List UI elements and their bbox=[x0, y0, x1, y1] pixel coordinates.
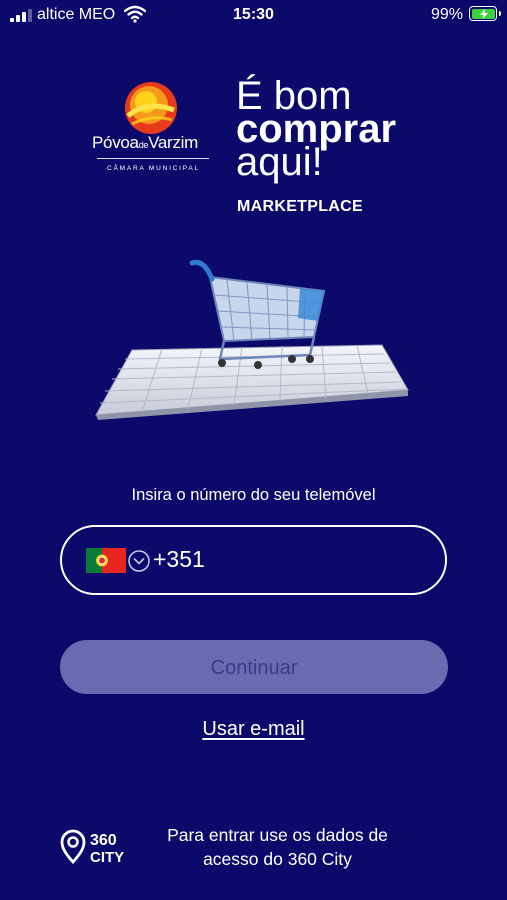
shopping-cart-keyboard-illustration bbox=[95, 259, 409, 420]
battery-charging-icon bbox=[469, 6, 501, 21]
marketplace-label: MARKETPLACE bbox=[237, 198, 363, 215]
portugal-flag-icon[interactable] bbox=[86, 548, 126, 573]
logo-city-text: CITY bbox=[90, 849, 124, 866]
municipality-name: PóvoadeVarzim bbox=[92, 133, 198, 152]
country-dropdown-chevron-icon[interactable] bbox=[128, 550, 150, 572]
footer-info-line-2: acesso do 360 City bbox=[203, 849, 352, 869]
slogan: É bom comprar aqui! bbox=[236, 76, 396, 182]
dial-code[interactable]: +351 bbox=[153, 546, 205, 573]
municipality-divider bbox=[97, 158, 209, 159]
municipality-subtitle: CÂMARA MUNICIPAL bbox=[107, 165, 200, 172]
footer-info-text: Para entrar use os dados de acesso do 36… bbox=[160, 823, 395, 871]
battery-percent: 99% bbox=[430, 6, 463, 23]
phone-prompt: Insira o número do seu telemóvel bbox=[131, 486, 376, 504]
footer-info-line-1: Para entrar use os dados de bbox=[167, 825, 388, 845]
use-email-link-wrapper: Usar e-mail bbox=[0, 718, 507, 741]
phone-number-field[interactable]: +351 bbox=[60, 525, 447, 595]
continue-button[interactable]: Continuar bbox=[60, 640, 448, 694]
logo-360-text: 360 bbox=[90, 832, 117, 849]
use-email-link[interactable]: Usar e-mail bbox=[202, 718, 304, 740]
status-bar: altice MEO 15:30 99% bbox=[0, 0, 507, 30]
bolt-icon bbox=[479, 8, 488, 19]
360-city-logo: 360 CITY bbox=[60, 829, 124, 866]
